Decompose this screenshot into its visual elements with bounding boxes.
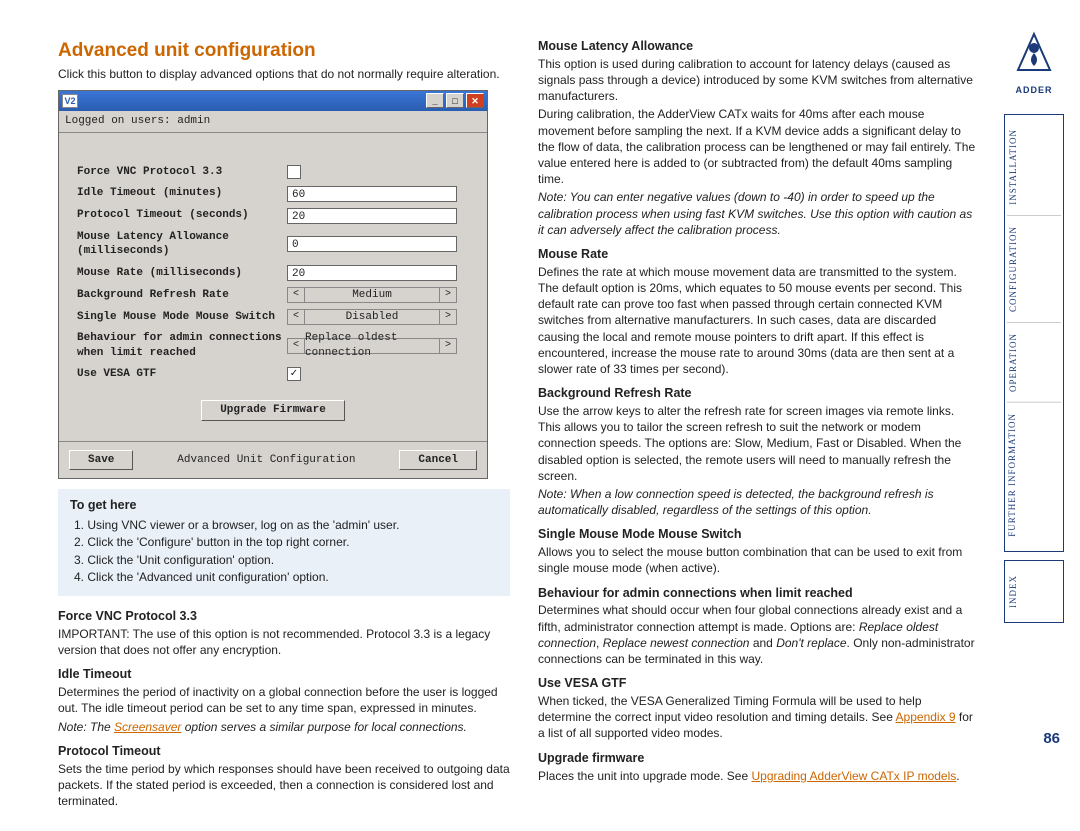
maximize-button[interactable]: □: [446, 93, 464, 108]
admin-behaviour-label: Behaviour for admin connections when lim…: [77, 331, 287, 361]
mouse-latency-input[interactable]: 0: [287, 236, 457, 252]
adder-logo-icon: [1010, 30, 1058, 78]
status-bar: Logged on users: admin: [59, 111, 487, 133]
admin-behaviour-next-button[interactable]: >: [439, 338, 457, 354]
minimize-button[interactable]: _: [426, 93, 444, 108]
nav-further-info[interactable]: FURTHER INFORMATION: [1007, 402, 1061, 547]
upg-pre: Places the unit into upgrade mode. See: [538, 769, 751, 783]
ab-opt3: Don't replace: [776, 636, 846, 650]
nav-box-1: INSTALLATION CONFIGURATION OPERATION FUR…: [1004, 114, 1064, 552]
protocol-timeout-label: Protocol Timeout (seconds): [77, 208, 287, 223]
ab-sep2: and: [749, 636, 776, 650]
force-vnc-checkbox[interactable]: [287, 165, 301, 179]
intro-text: Click this button to display advanced op…: [58, 66, 510, 82]
upgrade-text: Places the unit into upgrade mode. See U…: [538, 768, 978, 784]
idle-timeout-heading: Idle Timeout: [58, 666, 510, 683]
vesa-text: When ticked, the VESA Generalized Timing…: [538, 693, 978, 742]
single-mouse-label: Single Mouse Mode Mouse Switch: [77, 310, 287, 325]
bg-refresh-text: Use the arrow keys to alter the refresh …: [538, 403, 978, 484]
nav-box-2: INDEX: [1004, 560, 1064, 623]
idle-timeout-text: Determines the period of inactivity on a…: [58, 684, 510, 716]
idle-timeout-input[interactable]: 60: [287, 186, 457, 202]
right-sidebar: ADDER INSTALLATION CONFIGURATION OPERATI…: [1004, 30, 1064, 623]
bg-refresh-next-button[interactable]: >: [439, 287, 457, 303]
admin-behaviour-heading: Behaviour for admin connections when lim…: [538, 585, 978, 602]
force-vnc-heading: Force VNC Protocol 3.3: [58, 608, 510, 625]
page-title: Advanced unit configuration: [58, 38, 510, 64]
brand-label: ADDER: [1004, 84, 1064, 96]
upgrade-firmware-button[interactable]: Upgrade Firmware: [201, 400, 345, 421]
vesa-label: Use VESA GTF: [77, 367, 287, 382]
vesa-heading: Use VESA GTF: [538, 675, 978, 692]
nav-configuration[interactable]: CONFIGURATION: [1007, 215, 1061, 322]
admin-behaviour-prev-button[interactable]: <: [287, 338, 305, 354]
protocol-timeout-heading: Protocol Timeout: [58, 743, 510, 760]
page-number: 86: [1043, 729, 1060, 749]
bg-refresh-prev-button[interactable]: <: [287, 287, 305, 303]
upgrade-heading: Upgrade firmware: [538, 750, 978, 767]
mouse-rate-text: Defines the rate at which mouse movement…: [538, 264, 978, 377]
step-3: Click the 'Unit configuration' option.: [74, 552, 498, 568]
config-dialog: V2 _ □ ✕ Logged on users: admin Force VN…: [58, 90, 488, 480]
appendix-link[interactable]: Appendix 9: [896, 710, 956, 724]
mouse-latency-label: Mouse Latency Allowance (milliseconds): [77, 230, 287, 260]
single-mouse-prev-button[interactable]: <: [287, 309, 305, 325]
bg-refresh-note: Note: When a low connection speed is det…: [538, 486, 978, 518]
dialog-footer-title: Advanced Unit Configuration: [177, 453, 355, 468]
single-mouse-next-button[interactable]: >: [439, 309, 457, 325]
note-suffix: option serves a similar purpose for loca…: [181, 720, 466, 734]
step-4: Click the 'Advanced unit configuration' …: [74, 569, 498, 585]
nav-index[interactable]: INDEX: [1007, 565, 1019, 618]
vesa-pre: When ticked, the VESA Generalized Timing…: [538, 694, 922, 724]
bg-refresh-heading: Background Refresh Rate: [538, 385, 978, 402]
nav-installation[interactable]: INSTALLATION: [1007, 119, 1061, 215]
single-mouse-value: Disabled: [305, 309, 439, 325]
upg-post: .: [956, 769, 959, 783]
mouse-rate-label: Mouse Rate (milliseconds): [77, 266, 287, 281]
protocol-timeout-input[interactable]: 20: [287, 208, 457, 224]
admin-behaviour-text: Determines what should occur when four g…: [538, 602, 978, 667]
mouse-rate-input[interactable]: 20: [287, 265, 457, 281]
nav-operation[interactable]: OPERATION: [1007, 322, 1061, 402]
mouse-latency-p1: This option is used during calibration t…: [538, 56, 978, 105]
force-vnc-text: IMPORTANT: The use of this option is not…: [58, 626, 510, 658]
ab-opt2: Replace newest connection: [603, 636, 750, 650]
step-2: Click the 'Configure' button in the top …: [74, 534, 498, 550]
protocol-timeout-text: Sets the time period by which responses …: [58, 761, 510, 810]
force-vnc-label: Force VNC Protocol 3.3: [77, 165, 287, 180]
ab-sep1: ,: [596, 636, 603, 650]
vesa-checkbox[interactable]: ✓: [287, 367, 301, 381]
dialog-titlebar: V2 _ □ ✕: [59, 91, 487, 111]
single-mouse-text: Allows you to select the mouse button co…: [538, 544, 978, 576]
upgrade-link[interactable]: Upgrading AdderView CATx IP models: [751, 769, 956, 783]
close-button[interactable]: ✕: [466, 93, 484, 108]
save-button[interactable]: Save: [69, 450, 133, 471]
note-prefix: Note: The: [58, 720, 114, 734]
single-mouse-heading: Single Mouse Mode Mouse Switch: [538, 526, 978, 543]
mouse-latency-note: Note: You can enter negative values (dow…: [538, 189, 978, 238]
bg-refresh-label: Background Refresh Rate: [77, 288, 287, 303]
cancel-button[interactable]: Cancel: [399, 450, 477, 471]
idle-timeout-label: Idle Timeout (minutes): [77, 186, 287, 201]
to-get-here-box: To get here Using VNC viewer or a browse…: [58, 489, 510, 596]
step-1: Using VNC viewer or a browser, log on as…: [74, 517, 498, 533]
mouse-rate-heading: Mouse Rate: [538, 246, 978, 263]
mouse-latency-heading: Mouse Latency Allowance: [538, 38, 978, 55]
vnc-icon: V2: [62, 94, 78, 108]
screensaver-link[interactable]: Screensaver: [114, 720, 181, 734]
idle-timeout-note: Note: The Screensaver option serves a si…: [58, 719, 510, 735]
bg-refresh-value: Medium: [305, 287, 439, 303]
mouse-latency-p2: During calibration, the AdderView CATx w…: [538, 106, 978, 187]
admin-behaviour-value: Replace oldest connection: [305, 338, 439, 354]
to-get-here-heading: To get here: [70, 497, 498, 514]
